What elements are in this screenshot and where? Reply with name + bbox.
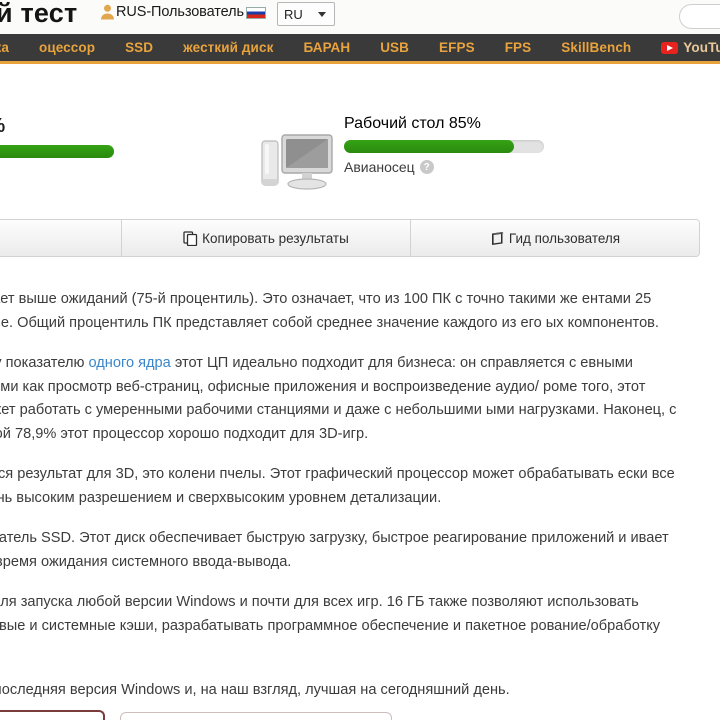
- paragraph-ram: У достаточно для запуска любой версии Wi…: [0, 594, 661, 634]
- score-desktop-progress-track: [344, 140, 544, 153]
- nav-item-hdd[interactable]: жесткий диск: [168, 34, 288, 61]
- score-left-progress-track: [0, 145, 114, 158]
- user-guide-button[interactable]: Гид пользователя: [411, 220, 699, 256]
- report-body: этот ПК работает выше ожиданий (75-й про…: [0, 288, 688, 719]
- nav-item-ram[interactable]: БАРАН: [288, 34, 365, 61]
- help-icon[interactable]: ?: [419, 160, 434, 174]
- nav-item-fps[interactable]: FPS: [490, 34, 547, 61]
- user-icon: [100, 4, 115, 20]
- navbar-items: Графика оцессор SSD жесткий диск БАРАН U…: [0, 34, 720, 61]
- nav-item-usb[interactable]: USB: [365, 34, 424, 61]
- nav-item-processor[interactable]: оцессор: [24, 34, 110, 61]
- paragraph-os: s 10 — самая последняя версия Windows и,…: [0, 681, 510, 698]
- bottom-tab-strip: [0, 710, 720, 720]
- book-icon: [490, 231, 505, 246]
- russia-flag-icon: [245, 6, 266, 19]
- nav-item-efps[interactable]: EFPS: [424, 34, 490, 61]
- score-desktop-subtitle: Авианосец ?: [344, 159, 544, 175]
- nav-item-ssd[interactable]: SSD: [110, 34, 168, 61]
- desktop-computer-icon: [260, 129, 340, 195]
- paragraph-ssd: хороший показатель SSD. Этот диск обеспе…: [0, 530, 669, 570]
- main-navbar: Графика оцессор SSD жесткий диск БАРАН U…: [0, 34, 720, 64]
- language-select-value: RU: [284, 6, 303, 22]
- language-select[interactable]: RU: [277, 2, 335, 26]
- share-results-button[interactable]: ы: [0, 220, 122, 256]
- bottom-tab-active[interactable]: [0, 710, 105, 720]
- paragraph-overall: этот ПК работает выше ожиданий (75-й про…: [0, 291, 659, 331]
- youtube-icon: [661, 41, 679, 54]
- top-header: й тест RUS-Пользователь RU: [0, 0, 720, 34]
- score-summary: 109% ?: [0, 95, 720, 205]
- page-root: й тест RUS-Пользователь RU Графика оцесс…: [0, 0, 720, 720]
- site-title: й тест: [0, 0, 78, 28]
- nav-item-graphics[interactable]: Графика: [0, 34, 24, 61]
- chevron-down-icon: [318, 11, 326, 17]
- paragraph-cpu-part1: ря блестящему показателю: [0, 355, 85, 371]
- score-card-desktop: Рабочий стол 85% Авианосец ?: [261, 115, 544, 190]
- score-desktop-progress-fill: [344, 140, 514, 153]
- user-name-label: RUS-Пользователь: [116, 4, 244, 20]
- nav-item-youtube-label: YouTube: [683, 40, 720, 55]
- score-left-progress-fill: [0, 145, 114, 158]
- paragraph-gpu: это выдающийся результат для 3D, это кол…: [0, 463, 688, 510]
- score-card-left: 109% ?: [0, 115, 114, 178]
- paragraph-cpu: ря блестящему показателю одного ядра это…: [0, 352, 688, 446]
- nav-item-youtube[interactable]: YouTube: [646, 34, 720, 61]
- score-desktop-sub-label: Авианосец: [344, 159, 415, 175]
- bottom-tab-inactive[interactable]: [120, 712, 392, 720]
- action-button-row: ы Копировать результаты Гид пользователя: [0, 219, 700, 257]
- user-guide-label: Гид пользователя: [508, 230, 621, 246]
- search-input[interactable]: [679, 4, 720, 29]
- single-core-link[interactable]: одного ядра: [88, 355, 170, 371]
- score-left-subtitle: ?: [0, 164, 114, 178]
- nav-item-skillbench[interactable]: SkillBench: [546, 34, 646, 61]
- copy-results-label: Копировать результаты: [202, 230, 349, 246]
- score-left-label: 109%: [0, 115, 114, 138]
- user-account-block[interactable]: RUS-Пользователь: [100, 4, 266, 20]
- score-desktop-label: Рабочий стол 85%: [344, 115, 481, 132]
- copy-results-button[interactable]: Копировать результаты: [122, 220, 411, 256]
- copy-icon: [183, 230, 198, 246]
- paragraph-gpu-part2: с очень высоким разрешением и сверхвысок…: [0, 489, 442, 506]
